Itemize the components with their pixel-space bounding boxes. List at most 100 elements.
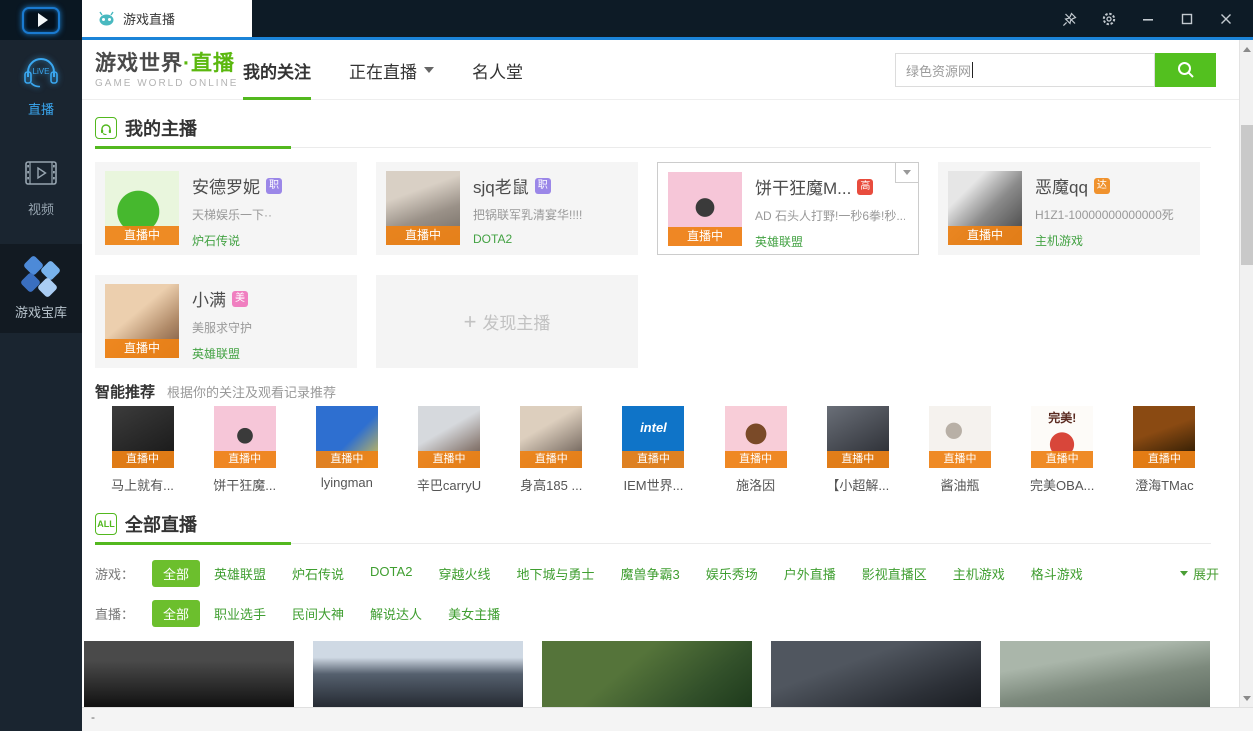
filter-option[interactable]: 户外直播 bbox=[784, 564, 836, 583]
filter-option[interactable]: 英雄联盟 bbox=[214, 564, 266, 583]
filter-option[interactable]: 主机游戏 bbox=[953, 564, 1005, 583]
live-status-badge: 直播中 bbox=[105, 226, 179, 245]
scroll-down-button[interactable] bbox=[1240, 691, 1253, 705]
search-button[interactable] bbox=[1155, 53, 1216, 87]
tab-my-follows[interactable]: 我的关注 bbox=[243, 40, 311, 100]
streamer-name: 饼干狂魔M... bbox=[755, 174, 851, 199]
scrollbar-thumb[interactable] bbox=[1241, 125, 1253, 265]
minimize-button[interactable] bbox=[1135, 7, 1161, 31]
recommended-streamer[interactable]: 直播中 身高185 ... bbox=[504, 406, 599, 494]
filter-option-selected[interactable]: 全部 bbox=[152, 600, 200, 627]
filter-option[interactable]: 魔兽争霸3 bbox=[620, 564, 679, 583]
expand-button[interactable]: 展开 bbox=[1180, 564, 1219, 583]
search-input[interactable]: 绿色资源网 bbox=[895, 53, 1155, 87]
streamer-game-link[interactable]: DOTA2 bbox=[473, 232, 582, 246]
streamer-card-selected[interactable]: 直播中 饼干狂魔M...高 AD 石头人打野!一秒6拳!秒... 英雄联盟 bbox=[657, 162, 919, 255]
recommended-streamer[interactable]: 直播中 【小超解... bbox=[810, 406, 905, 494]
streamer-desc: 美服求守护 bbox=[192, 319, 252, 336]
tab-hall-of-fame[interactable]: 名人堂 bbox=[472, 40, 523, 100]
section-title: 全部直播 bbox=[125, 511, 197, 537]
brand-logo: 游戏世界·直播 GAME WORLD ONLINE bbox=[95, 47, 238, 89]
streamer-game-link[interactable]: 炉石传说 bbox=[192, 232, 282, 249]
streamer-desc: H1Z1-10000000000000死 bbox=[1035, 206, 1174, 223]
avatar-text: 完美! bbox=[1031, 409, 1093, 426]
all-icon: ALL bbox=[95, 513, 117, 535]
vertical-scrollbar[interactable] bbox=[1239, 40, 1253, 707]
stream-preview-thumbnail[interactable] bbox=[1000, 641, 1210, 707]
tab-now-live[interactable]: 正在直播 bbox=[349, 40, 434, 100]
recommended-streamer[interactable]: 直播中 马上就有... bbox=[95, 406, 190, 494]
discover-streamers-button[interactable]: + 发现主播 bbox=[376, 275, 638, 368]
section-divider bbox=[95, 543, 1211, 545]
window-tab-game-live[interactable]: 游戏直播 bbox=[82, 0, 252, 37]
expand-label: 展开 bbox=[1193, 564, 1219, 583]
filter-option[interactable]: 民间大神 bbox=[292, 604, 344, 623]
header-tabs: 我的关注 正在直播 名人堂 bbox=[243, 40, 523, 100]
streamer-name: lyingman bbox=[299, 475, 394, 490]
filter-option[interactable]: 格斗游戏 bbox=[1031, 564, 1083, 583]
recommended-streamer[interactable]: 直播中 lyingman bbox=[299, 406, 394, 494]
recommended-streamer[interactable]: 直播中 施洛因 bbox=[708, 406, 803, 494]
titlebar: 游戏直播 bbox=[0, 0, 1253, 40]
chevron-down-icon bbox=[903, 170, 911, 175]
filter-option[interactable]: 解说达人 bbox=[370, 604, 422, 623]
recommended-streamer[interactable]: 完美! 直播中 完美OBA... bbox=[1015, 406, 1110, 494]
streamer-card[interactable]: 直播中 sjq老鼠职 把锅联军乳清宴华!!!! DOTA2 bbox=[376, 162, 638, 255]
streamer-badge: 美 bbox=[232, 291, 248, 307]
sidebar-item-label: 游戏宝库 bbox=[0, 302, 82, 321]
streamer-avatar: 直播中 bbox=[316, 406, 378, 468]
scroll-up-button[interactable] bbox=[1240, 42, 1253, 56]
stream-preview-thumbnail[interactable] bbox=[542, 641, 752, 707]
avatar-text: intel bbox=[622, 420, 684, 435]
filter-option[interactable]: 炉石传说 bbox=[292, 564, 344, 583]
filter-option[interactable]: DOTA2 bbox=[370, 564, 412, 583]
video-icon bbox=[22, 158, 60, 188]
stream-preview-thumbnail[interactable] bbox=[84, 641, 294, 707]
pin-icon[interactable] bbox=[1057, 7, 1083, 31]
card-dropdown-button[interactable] bbox=[895, 162, 919, 183]
streamer-name: 施洛因 bbox=[708, 475, 803, 494]
sidebar-item-video[interactable]: 视频 bbox=[0, 146, 82, 230]
close-button[interactable] bbox=[1213, 7, 1239, 31]
sidebar-item-live[interactable]: LiVE 直播 bbox=[0, 40, 82, 130]
filter-option[interactable]: 娱乐秀场 bbox=[706, 564, 758, 583]
sidebar: LiVE 直播 视频 游戏宝库 bbox=[0, 40, 82, 731]
maximize-button[interactable] bbox=[1174, 7, 1200, 31]
streamer-card[interactable]: 直播中 恶魔qq达 H1Z1-10000000000000死 主机游戏 bbox=[938, 162, 1200, 255]
tab-label: 名人堂 bbox=[472, 58, 523, 83]
streamer-name: 安德罗妮 bbox=[192, 173, 260, 198]
stream-preview-thumbnail[interactable] bbox=[771, 641, 981, 707]
recommended-streamer[interactable]: 直播中 辛巴carryU bbox=[402, 406, 497, 494]
filter-option[interactable]: 职业选手 bbox=[214, 604, 266, 623]
streamer-avatar: 直播中 bbox=[418, 406, 480, 468]
filter-option[interactable]: 穿越火线 bbox=[438, 564, 490, 583]
window-tab-label: 游戏直播 bbox=[123, 9, 175, 28]
streamer-card[interactable]: 直播中 小满美 美服求守护 英雄联盟 bbox=[95, 275, 357, 368]
filter-option[interactable]: 影视直播区 bbox=[862, 564, 927, 583]
live-status-badge: 直播中 bbox=[827, 451, 889, 468]
streamer-desc: AD 石头人打野!一秒6拳!秒... bbox=[755, 207, 905, 224]
recommended-streamer[interactable]: intel 直播中 IEM世界... bbox=[606, 406, 701, 494]
streamer-game-link[interactable]: 英雄联盟 bbox=[192, 345, 252, 362]
bottom-bar: - bbox=[82, 707, 1253, 731]
streamer-game-link[interactable]: 主机游戏 bbox=[1035, 232, 1174, 249]
live-status-badge: 直播中 bbox=[418, 451, 480, 468]
streamer-name: 辛巴carryU bbox=[402, 475, 497, 494]
settings-gear-icon[interactable] bbox=[1096, 7, 1122, 31]
game-filter-row: 游戏： 全部 英雄联盟 炉石传说 DOTA2 穿越火线 地下城与勇士 魔兽争霸3… bbox=[95, 560, 1211, 587]
recommended-streamer[interactable]: 直播中 酱油瓶 bbox=[913, 406, 1008, 494]
chevron-down-icon bbox=[1243, 696, 1251, 701]
streamer-avatar: intel 直播中 bbox=[622, 406, 684, 468]
tab-label: 正在直播 bbox=[349, 58, 417, 83]
streamer-card[interactable]: 直播中 安德罗妮职 天梯娱乐一下·· 炉石传说 bbox=[95, 162, 357, 255]
stream-preview-thumbnail[interactable] bbox=[313, 641, 523, 707]
recommended-streamer[interactable]: 直播中 饼干狂魔... bbox=[197, 406, 292, 494]
streamer-game-link[interactable]: 英雄联盟 bbox=[755, 233, 905, 250]
recommended-streamer[interactable]: 直播中 澄海TMac bbox=[1117, 406, 1212, 494]
filter-option[interactable]: 地下城与勇士 bbox=[516, 564, 594, 583]
filter-option[interactable]: 美女主播 bbox=[448, 604, 500, 623]
live-headset-icon: LiVE bbox=[19, 52, 63, 88]
sidebar-item-game-library[interactable]: 游戏宝库 bbox=[0, 244, 82, 333]
streamer-avatar: 直播中 bbox=[725, 406, 787, 468]
filter-option-selected[interactable]: 全部 bbox=[152, 560, 200, 587]
